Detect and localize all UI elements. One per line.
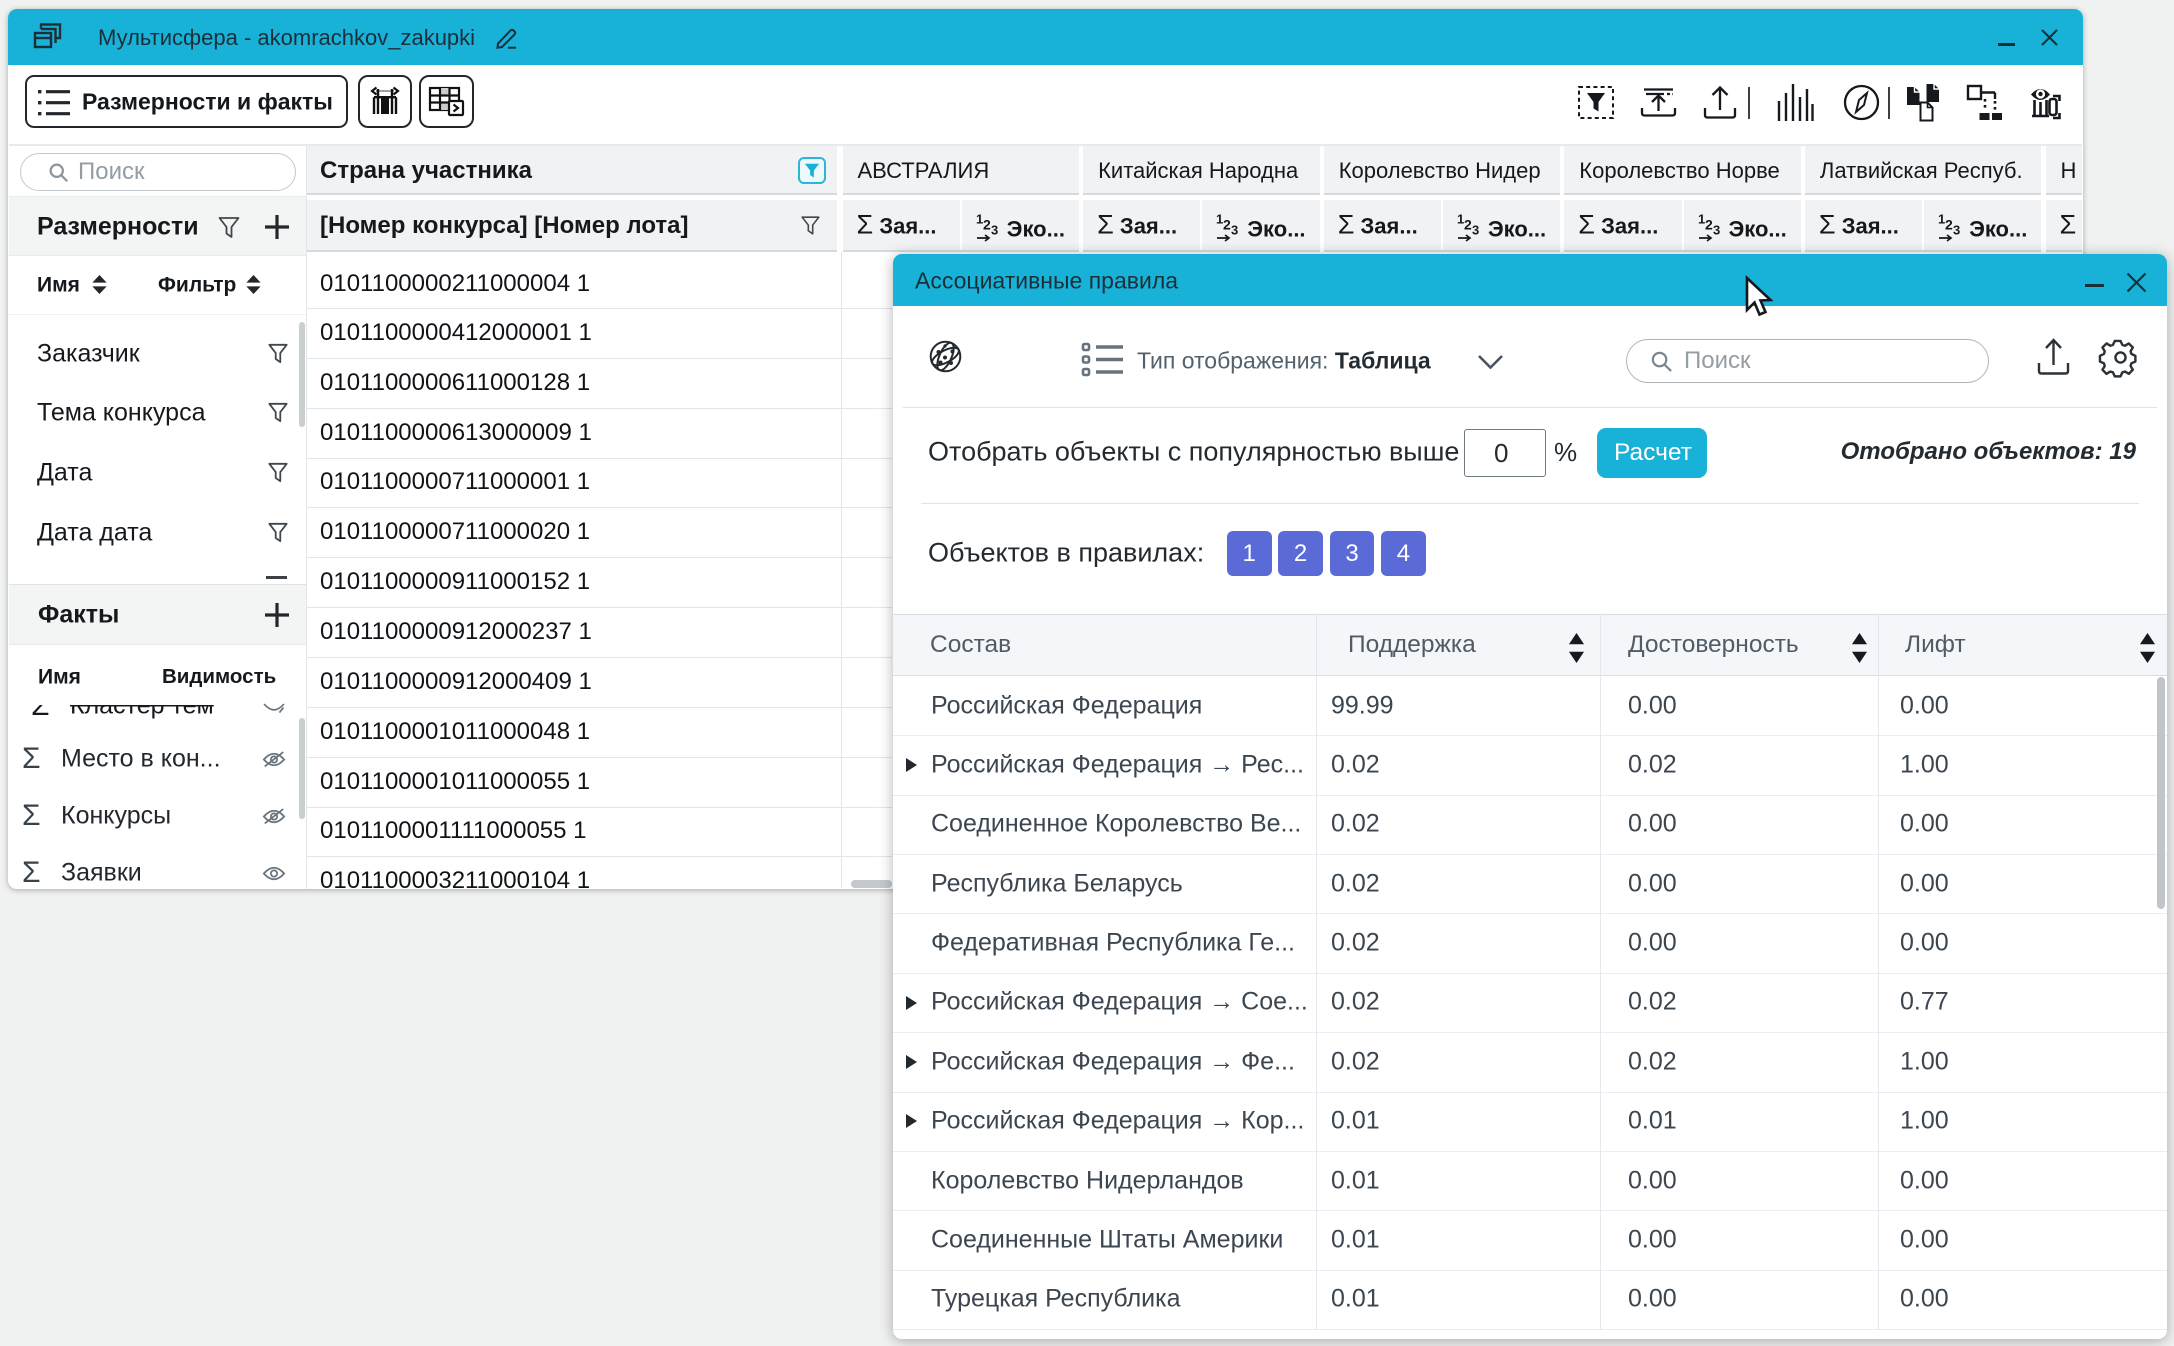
svg-text:3: 3 [1953, 223, 1960, 238]
svg-text:3: 3 [991, 223, 998, 238]
svg-text:2: 2 [1705, 217, 1713, 233]
svg-text:3: 3 [1472, 223, 1479, 238]
svg-text:2: 2 [1945, 217, 1953, 233]
svg-text:2: 2 [983, 217, 991, 233]
svg-text:2: 2 [1464, 217, 1472, 233]
svg-text:3: 3 [1231, 223, 1238, 238]
svg-text:2: 2 [1223, 217, 1231, 233]
svg-text:3: 3 [1713, 223, 1720, 238]
